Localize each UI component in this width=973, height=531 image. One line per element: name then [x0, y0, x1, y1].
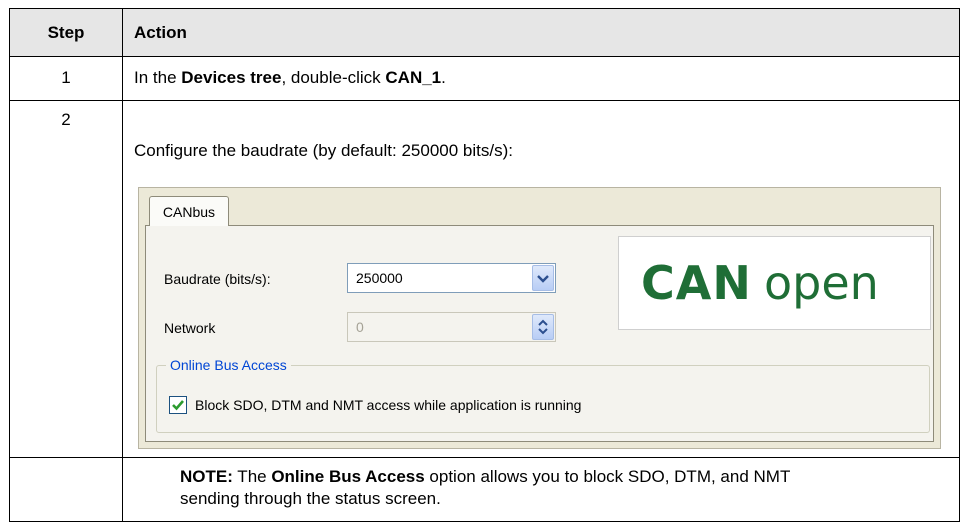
chevron-down-icon[interactable]	[532, 265, 554, 291]
up-down-arrows-icon[interactable]	[532, 314, 554, 340]
note-line-1: NOTE: The Online Bus Access option allow…	[180, 467, 791, 486]
row-divider	[10, 457, 959, 458]
network-label: Network	[164, 320, 216, 336]
step-number: 1	[61, 68, 71, 87]
baudrate-label: Baudrate (bits/s):	[164, 271, 271, 287]
block-access-checkbox[interactable]	[169, 396, 187, 414]
logo-can-text: CAN	[641, 256, 752, 310]
row-divider	[10, 100, 959, 101]
canbus-config-dialog: Baudrate (bits/s): 250000 Network 0 CAN …	[138, 187, 941, 449]
procedure-table: Step Action 1 In the Devices tree, doubl…	[9, 8, 960, 522]
checkmark-icon	[172, 400, 184, 411]
row-divider	[10, 56, 959, 57]
step-number: 2	[61, 110, 71, 129]
header-action: Action	[134, 23, 187, 42]
header-step: Step	[47, 23, 85, 42]
baudrate-select[interactable]: 250000	[347, 263, 556, 293]
online-bus-access-group: Online Bus Access Block SDO, DTM and NMT…	[156, 356, 930, 433]
tab-panel: Baudrate (bits/s): 250000 Network 0 CAN …	[145, 225, 934, 442]
group-title: Online Bus Access	[166, 356, 291, 374]
canopen-logo: CAN open	[618, 236, 931, 330]
column-divider	[122, 9, 123, 521]
network-spinner[interactable]: 0	[347, 312, 556, 342]
note-line-2: sending through the status screen.	[180, 489, 441, 508]
baudrate-value: 250000	[356, 270, 403, 286]
step-1-instruction: In the Devices tree, double-click CAN_1.	[134, 68, 446, 87]
tab-canbus[interactable]: CANbus	[149, 196, 229, 226]
logo-open-text: open	[764, 256, 879, 310]
network-value: 0	[356, 319, 364, 335]
step-2-instruction: Configure the baudrate (by default: 2500…	[134, 141, 513, 160]
checkbox-label: Block SDO, DTM and NMT access while appl…	[195, 397, 582, 413]
